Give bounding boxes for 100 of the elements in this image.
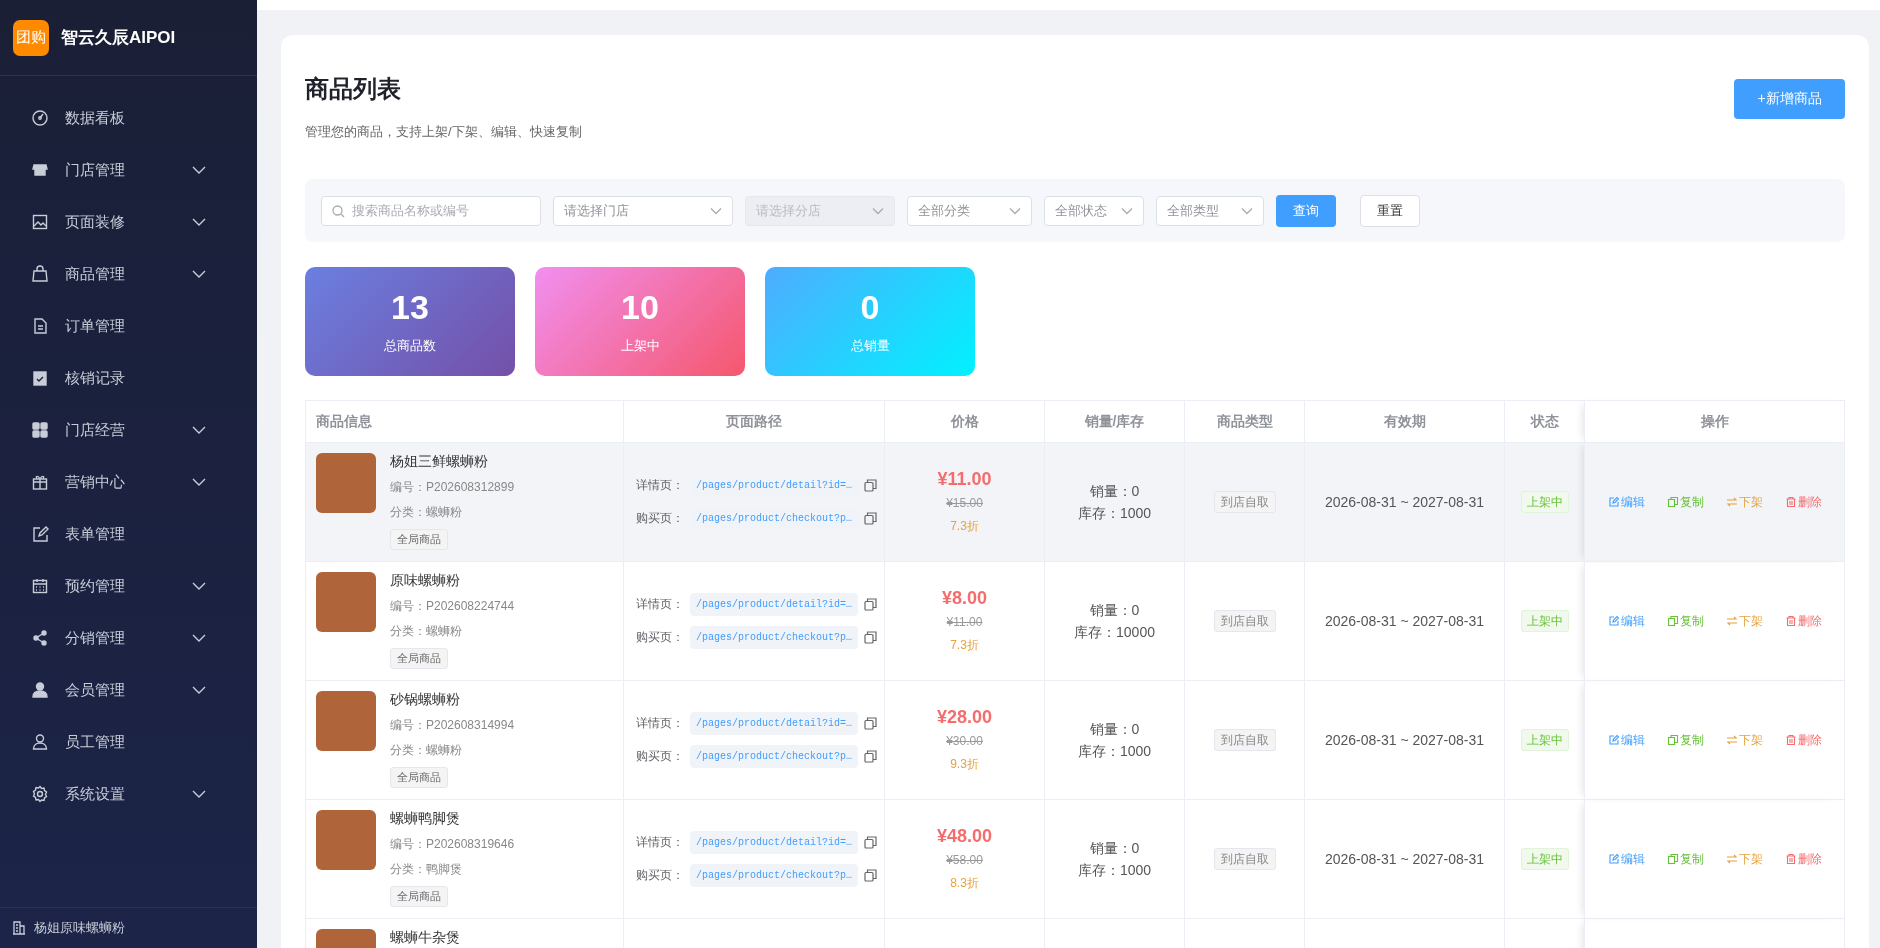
user-icon — [31, 681, 49, 699]
sidebar-item[interactable]: 核销记录 — [0, 352, 257, 404]
table-row[interactable]: 螺蛳鸭脚煲 编号：P202608319646 分类：鸭脚煲 全局商品 详情页： /pages/product/detail?id=… 购买页： /pages/product/checkout?p… ¥48.00 ¥58.00 8.3折 销量：0 库存：1000 到店自取 2026-08-31 ~ 2027-08-31 上架中 编辑 复制 下架 删除 — [305, 799, 1845, 919]
validity-period: 2026-08-31 ~ 2027-08-31 — [1324, 494, 1485, 510]
table-row[interactable]: 原味螺蛳粉 编号：P202608224744 分类：螺蛳粉 全局商品 详情页： /pages/product/detail?id=… 购买页： /pages/product/checkout?p… ¥8.00 ¥11.00 7.3折 销量：0 库存：10000 到店自取 2026-08-31 ~ 2027-08-31 上架中 编辑 复制 下架 删除 — [305, 561, 1845, 681]
table-row[interactable]: 杨姐三鲜螺蛳粉 编号：P202608312899 分类：螺蛳粉 全局商品 详情页： /pages/product/detail?id=… 购买页： /pages/product/checkout?p… ¥11.00 ¥15.00 7.3折 销量：0 库存：1000 到店自取 2026-08-31 ~ 2027-08-31 上架中 编辑 复制 下架 删除 — [305, 442, 1845, 562]
path-label: 详情页： — [636, 477, 684, 494]
scope-tag: 全局商品 — [390, 648, 448, 669]
delete-link[interactable]: 删除 — [1784, 731, 1822, 749]
select-field[interactable]: 请选择门店 — [553, 195, 733, 226]
copy-icon[interactable] — [864, 479, 878, 492]
sidebar-item[interactable]: 系统设置 — [0, 768, 257, 820]
original-price: ¥58.00 — [945, 853, 984, 867]
path-value: /pages/product/detail?id=… — [690, 831, 859, 854]
user-outline-icon — [31, 733, 49, 751]
discount: 8.3折 — [949, 875, 980, 892]
price: ¥8.00 — [940, 588, 988, 609]
sidebar-item[interactable]: 门店管理 — [0, 144, 257, 196]
sidebar-item[interactable]: 营销中心 — [0, 456, 257, 508]
stat-label: 总商品数 — [384, 337, 436, 355]
store-icon — [31, 161, 49, 179]
sidebar-item[interactable]: 订单管理 — [0, 300, 257, 352]
copy-link[interactable]: 复制 — [1666, 493, 1704, 511]
select-field[interactable]: 全部类型 — [1156, 195, 1264, 226]
sidebar-item[interactable]: 数据看板 — [0, 92, 257, 144]
copy-icon[interactable] — [864, 750, 878, 763]
stat-label: 总销量 — [850, 337, 890, 355]
sidebar-item[interactable]: 表单管理 — [0, 508, 257, 560]
calendar-icon — [31, 577, 49, 595]
column-header: 价格 — [884, 400, 1045, 443]
query-button[interactable]: 查询 — [1276, 194, 1336, 227]
brand-name: 智云久辰AIPOI — [61, 27, 176, 49]
product-name: 螺蛳牛杂煲 — [390, 929, 460, 947]
validity-period: 2026-08-31 ~ 2027-08-31 — [1324, 613, 1485, 629]
path-label: 详情页： — [636, 596, 684, 613]
path-label: 购买页： — [636, 867, 684, 884]
trash-icon — [1784, 615, 1797, 627]
original-price: ¥15.00 — [945, 496, 984, 510]
sales-count: 销量：0 — [1088, 601, 1141, 620]
status-tag: 上架中 — [1520, 847, 1569, 870]
copy-link[interactable]: 复制 — [1666, 850, 1704, 868]
status-tag: 上架中 — [1520, 728, 1569, 751]
product-type-tag: 到店自取 — [1213, 490, 1276, 513]
delete-link[interactable]: 删除 — [1784, 850, 1822, 868]
table-row[interactable]: 螺蛳牛杂煲 — [305, 918, 1845, 948]
copy-icon[interactable] — [864, 598, 878, 611]
column-header: 商品信息 — [305, 400, 624, 443]
clipboard-check-icon — [31, 369, 49, 387]
edit-link[interactable]: 编辑 — [1607, 731, 1645, 749]
copy-link[interactable]: 复制 — [1666, 612, 1704, 630]
product-category: 分类：螺蛳粉 — [390, 742, 462, 759]
edit-link[interactable]: 编辑 — [1607, 850, 1645, 868]
reset-button[interactable]: 重置 — [1360, 194, 1420, 227]
price: ¥28.00 — [935, 707, 994, 728]
product-category: 分类：鸭脚煲 — [390, 861, 462, 878]
product-code: 编号：P202608224744 — [390, 598, 515, 615]
sidebar-item[interactable]: 门店经营 — [0, 404, 257, 456]
chevron-down-icon — [1009, 206, 1021, 215]
photo-placeholder — [316, 453, 376, 513]
status-tag: 上架中 — [1520, 609, 1569, 632]
trash-icon — [1784, 496, 1797, 508]
stat-value: 0 — [860, 288, 880, 327]
chevron-down-icon — [872, 206, 884, 215]
page-subtitle: 管理您的商品，支持上架/下架、编辑、快速复制 — [305, 123, 582, 141]
sidebar-item[interactable]: 员工管理 — [0, 716, 257, 768]
offline-link[interactable]: 下架 — [1725, 612, 1763, 630]
app-logo: 团购 — [13, 19, 49, 56]
copy-icon[interactable] — [864, 631, 878, 644]
offline-link[interactable]: 下架 — [1725, 850, 1763, 868]
delete-link[interactable]: 删除 — [1784, 493, 1822, 511]
product-type-tag: 到店自取 — [1213, 847, 1276, 870]
edit-link[interactable]: 编辑 — [1607, 493, 1645, 511]
select-field[interactable]: 全部状态 — [1044, 195, 1144, 226]
sidebar-item[interactable]: 页面装修 — [0, 196, 257, 248]
edit-link[interactable]: 编辑 — [1607, 612, 1645, 630]
table-row[interactable]: 砂锅螺蛳粉 编号：P202608314994 分类：螺蛳粉 全局商品 详情页： /pages/product/detail?id=… 购买页： /pages/product/checkout?p… ¥28.00 ¥30.00 9.3折 销量：0 库存：1000 到店自取 2026-08-31 ~ 2027-08-31 上架中 编辑 复制 下架 删除 — [305, 680, 1845, 800]
add-product-button[interactable]: +新增商品 — [1734, 79, 1845, 119]
trash-icon — [1784, 853, 1797, 865]
search-field[interactable]: 搜索商品名称或编号 — [321, 195, 541, 226]
offline-link[interactable]: 下架 — [1725, 493, 1763, 511]
sidebar-item[interactable]: 分销管理 — [0, 612, 257, 664]
edit-icon — [31, 525, 49, 543]
stat-value: 10 — [621, 288, 659, 327]
product-name: 杨姐三鲜螺蛳粉 — [390, 453, 488, 471]
copy-icon[interactable] — [864, 717, 878, 730]
copy-icon[interactable] — [864, 512, 878, 525]
offline-link[interactable]: 下架 — [1725, 731, 1763, 749]
product-name: 砂锅螺蛳粉 — [390, 691, 460, 709]
copy-link[interactable]: 复制 — [1666, 731, 1704, 749]
sidebar-item[interactable]: 商品管理 — [0, 248, 257, 300]
photo-placeholder — [316, 572, 376, 632]
delete-link[interactable]: 删除 — [1784, 612, 1822, 630]
store-name: 杨姐原味螺蛳粉 — [34, 919, 125, 937]
select-field[interactable]: 全部分类 — [907, 195, 1032, 226]
copy-icon[interactable] — [864, 836, 878, 849]
copy-icon[interactable] — [864, 869, 878, 882]
product-category: 分类：螺蛳粉 — [390, 623, 462, 640]
sidebar-item[interactable]: 预约管理 — [0, 560, 257, 612]
sidebar-item[interactable]: 会员管理 — [0, 664, 257, 716]
sales-count: 销量：0 — [1088, 482, 1141, 501]
